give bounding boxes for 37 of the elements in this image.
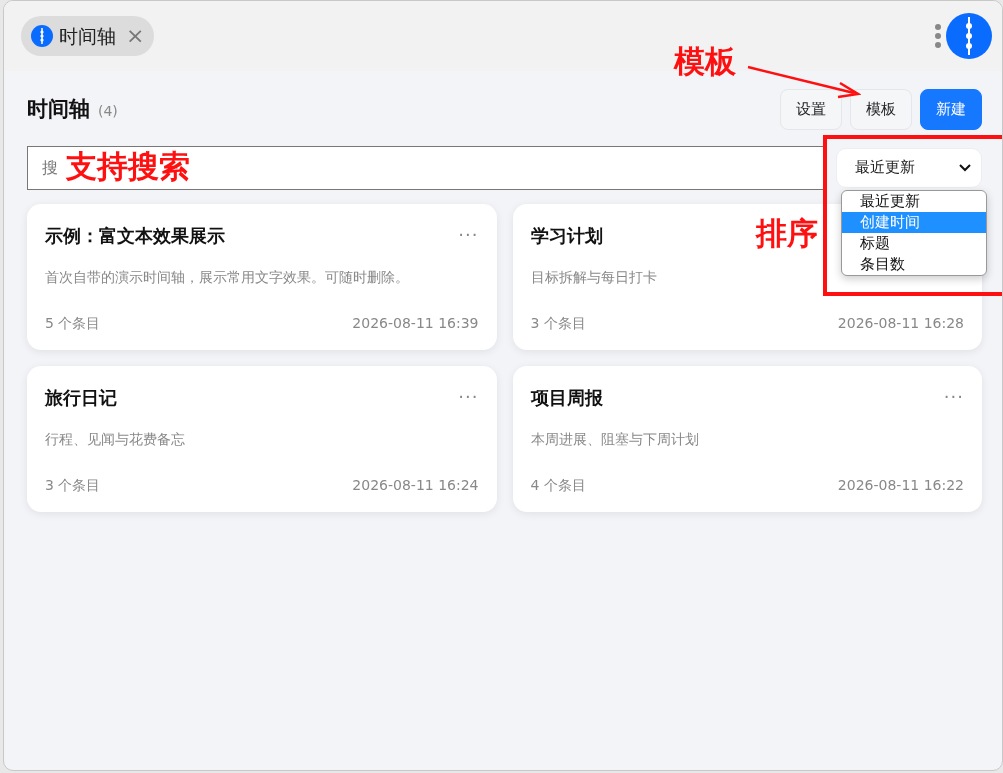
card-description: 本周进展、阻塞与下周计划 — [530, 429, 700, 449]
more-button[interactable]: ··· — [943, 388, 964, 406]
new-button[interactable]: 新建 — [920, 89, 982, 130]
more-icon[interactable] — [934, 23, 942, 49]
entry-count: 3 个条目 — [45, 475, 101, 495]
entry-count: 4 个条目 — [530, 475, 586, 495]
card-title: 学习计划 — [530, 223, 603, 248]
more-button[interactable]: ··· — [458, 388, 479, 406]
card-description: 目标拆解与每日打卡 — [530, 267, 658, 287]
tab-label: 时间轴 — [59, 23, 116, 49]
annotation-label: 支持搜索 — [66, 151, 190, 182]
entry-count: 5 个条目 — [45, 313, 101, 333]
annotation-label: 模板 — [674, 46, 736, 77]
updated-time: 2026-08-11 16:39 — [352, 313, 479, 333]
card-title: 旅行日记 — [45, 385, 117, 410]
more-button[interactable]: ··· — [458, 226, 479, 244]
card-description: 首次自带的演示时间轴，展示常用文字效果。可随时删除。 — [45, 267, 410, 287]
card-description: 行程、见闻与花费备忘 — [45, 429, 186, 449]
toolbar-button[interactable]: 模板 — [850, 89, 912, 130]
updated-time: 2026-08-11 16:28 — [837, 313, 964, 333]
page-title: 时间轴 — [27, 95, 90, 123]
updated-time: 2026-08-11 16:22 — [837, 475, 964, 495]
timeline-tab[interactable]: 时间轴 × — [21, 16, 155, 56]
toolbar-button[interactable]: 设置 — [780, 89, 842, 130]
timeline-card[interactable]: 项目周报 ··· 本周进展、阻塞与下周计划 4 个条目 2026-08-11 16:22 — [512, 365, 982, 512]
sort-select[interactable]: 最近更新 — [836, 147, 982, 188]
chevron-down-icon — [959, 163, 971, 172]
card-title: 示例：富文本效果展示 — [45, 223, 225, 248]
timeline-icon — [31, 25, 53, 47]
updated-time: 2026-08-11 16:24 — [352, 475, 479, 495]
timeline-count: (4) — [98, 101, 118, 121]
card-title: 项目周报 — [530, 385, 603, 410]
timeline-card[interactable]: 旅行日记 ··· 行程、见闻与花费备忘 3 个条目 2026-08-11 16:24 — [27, 365, 497, 512]
annotation-label: 排序 — [756, 218, 818, 249]
timeline-card[interactable]: 示例：富文本效果展示 ··· 首次自带的演示时间轴，展示常用文字效果。可随时删除。 5 个条目 2026-08-11 16:39 — [27, 203, 497, 350]
timeline-logo-icon[interactable] — [946, 13, 992, 59]
entry-count: 3 个条目 — [530, 313, 586, 333]
